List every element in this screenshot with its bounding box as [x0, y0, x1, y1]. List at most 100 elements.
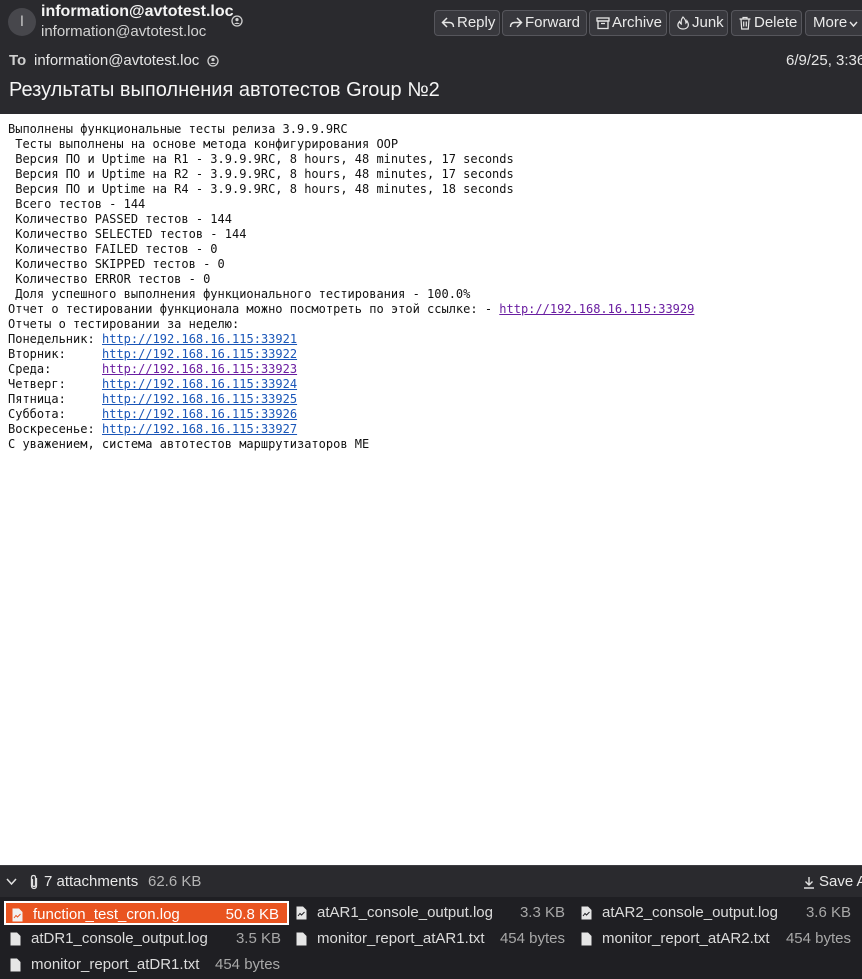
body-line: Количество SELECTED тестов - 144 — [8, 227, 247, 241]
log-file-icon — [581, 906, 592, 920]
attachment-item[interactable]: atAR2_console_output.log 3.6 KB — [575, 901, 859, 925]
attachment-name: monitor_report_atDR1.txt — [31, 956, 200, 973]
attachment-size: 454 bytes — [215, 956, 281, 973]
message-body: Выполнены функциональные тесты релиза 3.… — [8, 122, 858, 452]
attachment-size: 454 bytes — [785, 930, 851, 947]
weekly-report-link[interactable]: http://192.168.16.115:33923 — [102, 362, 297, 376]
weekly-report-link[interactable]: http://192.168.16.115:33926 — [102, 407, 297, 421]
weekly-row: Понедельник: http://192.168.16.115:33921 — [8, 332, 858, 347]
text-file-icon — [10, 932, 21, 946]
attachment-name: monitor_report_atAR2.txt — [602, 930, 770, 947]
attachment-item[interactable]: monitor_report_atAR2.txt 454 bytes — [575, 927, 859, 951]
download-icon — [804, 877, 814, 889]
weekly-report-link[interactable]: http://192.168.16.115:33924 — [102, 377, 297, 391]
delete-button[interactable]: Delete — [731, 10, 802, 36]
weekly-row: Пятница: http://192.168.16.115:33925 — [8, 392, 858, 407]
text-file-icon — [10, 958, 21, 972]
body-line: Тесты выполнены на основе метода конфигу… — [8, 137, 399, 151]
sender-avatar: I — [8, 8, 36, 36]
reply-label: Reply — [457, 14, 496, 31]
attachment-item[interactable]: monitor_report_atAR1.txt 454 bytes — [290, 927, 573, 951]
attachment-size: 3.5 KB — [235, 930, 281, 947]
weekly-row: Суббота: http://192.168.16.115:33926 — [8, 407, 858, 422]
recipient-address[interactable]: information@avtotest.loc — [34, 52, 199, 69]
attachment-name: atAR2_console_output.log — [602, 904, 778, 921]
weekly-row: Четверг: http://192.168.16.115:33924 — [8, 377, 858, 392]
weekday-label: Четверг: — [8, 377, 66, 391]
attachment-name: function_test_cron.log — [33, 906, 180, 923]
body-line: Количество ERROR тестов - 0 — [8, 272, 211, 286]
sender-name[interactable]: information@avtotest.loc — [41, 3, 234, 21]
body-line: Версия ПО и Uptime на R4 - 3.9.9.9RC, 8 … — [8, 182, 514, 196]
contact-status-icon[interactable] — [207, 55, 219, 67]
body-line: Количество SKIPPED тестов - 0 — [8, 257, 225, 271]
body-line: Доля успешного выполнения функциональног… — [8, 287, 471, 301]
to-label: To — [9, 52, 27, 69]
weekly-report-link[interactable]: http://192.168.16.115:33921 — [102, 332, 297, 346]
sender-address[interactable]: information@avtotest.loc — [41, 23, 206, 40]
weekday-label: Пятница: — [8, 392, 66, 406]
attachments-bar[interactable]: 7 attachments 62.6 KB Save A — [0, 865, 862, 897]
message-date: 6/9/25, 3:36 — [786, 52, 862, 69]
weekday-label: Понедельник: — [8, 332, 95, 346]
weekday-label: Воскресенье: — [8, 422, 95, 436]
attachment-count: 7 attachments — [44, 873, 139, 890]
more-button[interactable]: More — [805, 10, 862, 36]
body-line: Версия ПО и Uptime на R2 - 3.9.9.9RC, 8 … — [8, 167, 514, 181]
attachment-item[interactable]: atDR1_console_output.log 3.5 KB — [4, 927, 289, 951]
delete-label: Delete — [754, 14, 798, 31]
archive-label: Archive — [612, 14, 663, 31]
report-line: Отчет о тестировании функционала можно п… — [8, 302, 858, 317]
reply-button[interactable]: Reply — [434, 10, 500, 36]
junk-label: Junk — [692, 14, 724, 31]
body-line: Версия ПО и Uptime на R1 - 3.9.9.9RC, 8 … — [8, 152, 514, 166]
junk-flame-icon — [677, 16, 689, 30]
text-file-icon — [581, 932, 592, 946]
weekly-row: Воскресенье: http://192.168.16.115:33927 — [8, 422, 858, 437]
attachment-size: 454 bytes — [499, 930, 565, 947]
attachment-size: 50.8 KB — [225, 906, 279, 923]
forward-button[interactable]: Forward — [502, 10, 587, 36]
weekly-report-link[interactable]: http://192.168.16.115:33927 — [102, 422, 297, 436]
log-file-icon — [296, 906, 307, 920]
attachment-item[interactable]: monitor_report_atDR1.txt 454 bytes — [4, 953, 289, 977]
message-subject: Результаты выполнения автотестов Group №… — [9, 79, 440, 101]
archive-icon — [596, 17, 610, 30]
report-link[interactable]: http://192.168.16.115:33929 — [499, 302, 694, 316]
attachment-size: 3.6 KB — [805, 904, 851, 921]
chevron-down-icon[interactable] — [6, 877, 17, 886]
attachment-list: function_test_cron.log 50.8 KB atAR1_con… — [0, 897, 862, 979]
forward-icon — [509, 17, 523, 28]
weekly-row: Вторник: http://192.168.16.115:33922 — [8, 347, 858, 362]
reply-icon — [441, 17, 455, 28]
weekly-report-link[interactable]: http://192.168.16.115:33925 — [102, 392, 297, 406]
attachment-total-size: 62.6 KB — [148, 873, 202, 890]
weekly-report-link[interactable]: http://192.168.16.115:33922 — [102, 347, 297, 361]
attachment-size: 3.3 KB — [519, 904, 565, 921]
junk-button[interactable]: Junk — [669, 10, 728, 36]
body-line: Выполнены функциональные тесты релиза 3.… — [8, 122, 348, 136]
weekly-heading: Отчеты о тестировании за неделю: — [8, 317, 240, 331]
weekday-label: Среда: — [8, 362, 52, 376]
attachment-name: atAR1_console_output.log — [317, 904, 493, 921]
body-line: Всего тестов - 144 — [8, 197, 146, 211]
weekday-label: Суббота: — [8, 407, 66, 421]
save-all-label: Save A — [819, 873, 862, 890]
archive-button[interactable]: Archive — [589, 10, 667, 36]
trash-icon — [739, 16, 751, 30]
contact-status-icon[interactable] — [231, 15, 243, 27]
weekly-row: Среда: http://192.168.16.115:33923 — [8, 362, 858, 377]
text-file-icon — [296, 932, 307, 946]
log-file-icon — [12, 908, 23, 922]
attachment-item[interactable]: atAR1_console_output.log 3.3 KB — [290, 901, 573, 925]
chevron-down-icon — [849, 21, 858, 28]
signature: С уважением, система автотестов маршрути… — [8, 437, 370, 451]
save-all-button[interactable]: Save A — [802, 873, 862, 890]
paperclip-icon — [30, 874, 38, 890]
message-header: I information@avtotest.loc information@a… — [0, 0, 862, 114]
attachment-item[interactable]: function_test_cron.log 50.8 KB — [4, 901, 289, 925]
attachment-name: atDR1_console_output.log — [31, 930, 208, 947]
more-label: More — [813, 14, 848, 31]
weekday-label: Вторник: — [8, 347, 66, 361]
forward-label: Forward — [525, 14, 581, 31]
